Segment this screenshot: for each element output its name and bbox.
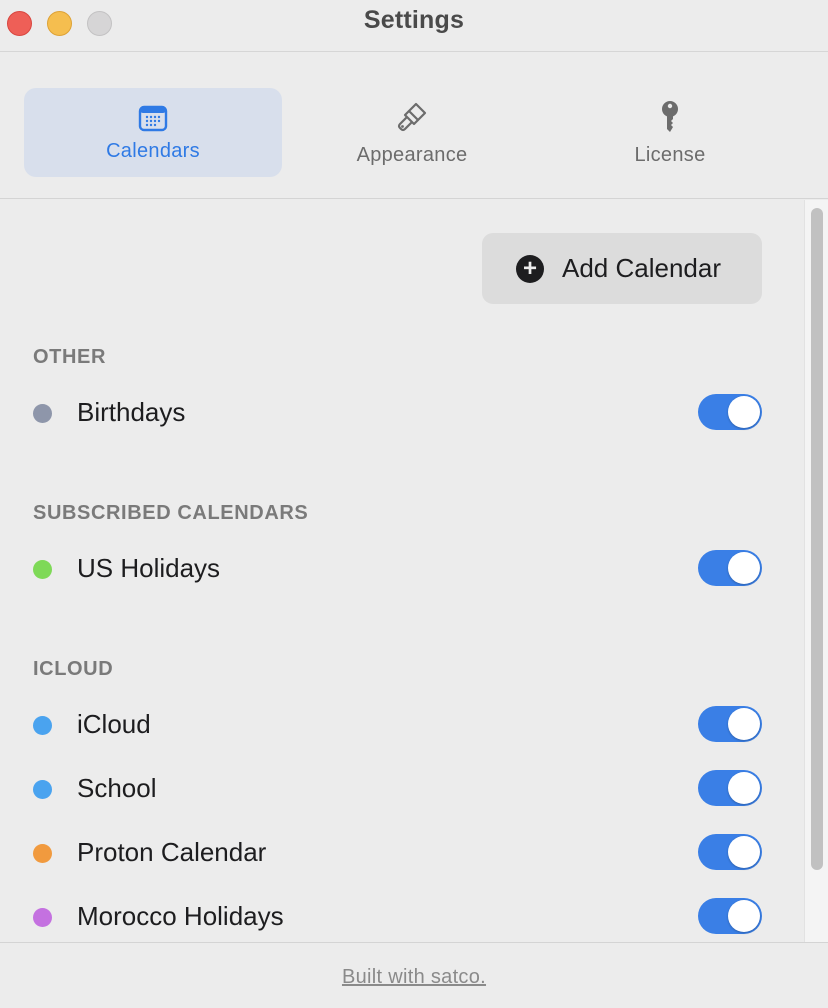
tab-license[interactable]: License — [541, 88, 799, 177]
tab-calendars[interactable]: Calendars — [24, 88, 282, 177]
calendar-toggle[interactable] — [698, 898, 762, 934]
calendar-row: Morocco Holidays — [0, 897, 800, 937]
section-title-subscribed: SUBSCRIBED CALENDARS — [33, 502, 309, 524]
calendar-row: School — [0, 769, 800, 809]
settings-toolbar: Calendars Appearance License — [0, 53, 828, 199]
calendar-name: US Holidays — [77, 553, 221, 583]
calendar-icon — [24, 100, 282, 136]
plus-circle-icon: + — [516, 254, 544, 283]
tab-label: License — [634, 144, 706, 166]
calendar-row: iCloud — [0, 705, 800, 745]
toggle-knob — [728, 552, 760, 584]
window-title: Settings — [363, 6, 465, 34]
key-icon — [541, 100, 799, 136]
footer: Built with satco. — [0, 942, 828, 1008]
calendar-toggle[interactable] — [698, 706, 762, 742]
calendar-name: iCloud — [77, 709, 151, 739]
calendar-row: US Holidays — [0, 549, 800, 589]
tab-appearance[interactable]: Appearance — [283, 88, 541, 177]
toggle-knob — [728, 708, 760, 740]
section-title-icloud: ICLOUD — [33, 658, 114, 680]
vertical-scrollbar[interactable] — [804, 200, 828, 942]
calendars-pane: + Add Calendar OTHER Birthdays SUBSCRIBE… — [0, 200, 828, 942]
calendar-name: School — [77, 773, 157, 803]
toggle-knob — [728, 836, 760, 868]
calendar-color-dot — [33, 716, 52, 735]
calendar-toggle[interactable] — [698, 834, 762, 870]
calendar-color-dot — [33, 404, 52, 423]
calendar-name: Proton Calendar — [77, 837, 267, 867]
scroll-thumb[interactable] — [811, 208, 823, 870]
add-calendar-button[interactable]: + Add Calendar — [482, 233, 762, 304]
tab-label: Appearance — [356, 144, 468, 166]
calendar-color-dot — [33, 780, 52, 799]
calendar-toggle[interactable] — [698, 770, 762, 806]
title-bar: Settings — [0, 0, 828, 52]
add-calendar-label: Add Calendar — [562, 253, 721, 283]
calendar-color-dot — [33, 908, 52, 927]
calendar-toggle[interactable] — [698, 550, 762, 586]
calendar-name: Birthdays — [77, 397, 186, 427]
toggle-knob — [728, 396, 760, 428]
calendar-color-dot — [33, 560, 52, 579]
calendar-row: Birthdays — [0, 393, 800, 433]
section-title-other: OTHER — [33, 346, 106, 368]
built-with-link[interactable]: Built with satco. — [342, 966, 486, 989]
toggle-knob — [728, 772, 760, 804]
tab-label: Calendars — [106, 140, 200, 162]
calendar-name: Morocco Holidays — [77, 901, 284, 931]
calendar-color-dot — [33, 844, 52, 863]
calendar-toggle[interactable] — [698, 394, 762, 430]
toggle-knob — [728, 900, 760, 932]
paintbrush-icon — [283, 100, 541, 136]
calendar-row: Proton Calendar — [0, 833, 800, 873]
